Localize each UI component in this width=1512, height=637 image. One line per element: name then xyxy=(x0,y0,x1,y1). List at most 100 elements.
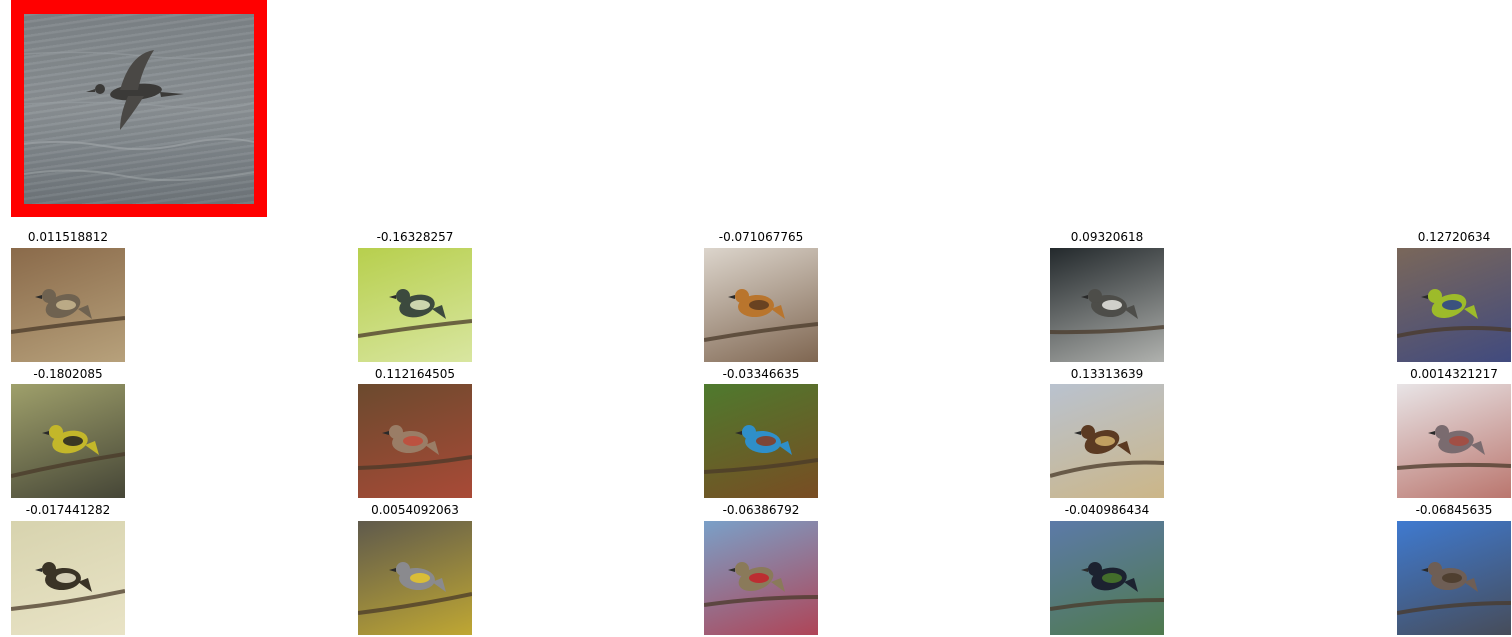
perch-shape xyxy=(358,319,472,338)
bird-icon xyxy=(704,425,818,474)
result-thumbnail xyxy=(1397,248,1511,362)
bird-beak xyxy=(42,431,49,435)
bird-head xyxy=(1435,425,1449,439)
bird-head xyxy=(49,425,63,439)
perch-shape xyxy=(1050,460,1164,478)
bird-icon xyxy=(11,562,125,611)
result-thumbnail xyxy=(704,248,818,362)
result-thumbnail xyxy=(11,248,125,362)
bird-icon xyxy=(11,425,125,478)
result-thumbnail xyxy=(1397,384,1511,498)
perch-shape xyxy=(1397,326,1511,338)
bird-beak xyxy=(1421,295,1428,299)
similarity-score: -0.071067765 xyxy=(718,230,804,244)
bird-tail xyxy=(78,305,92,319)
bird-tail xyxy=(1117,441,1131,455)
bird-head xyxy=(1428,289,1442,303)
bird-beak xyxy=(35,295,42,299)
bird-head xyxy=(396,562,410,576)
perch-shape xyxy=(1397,601,1511,615)
bird-icon xyxy=(11,289,125,334)
bird-tail xyxy=(1124,578,1138,592)
bird-icon xyxy=(704,289,818,342)
perch-shape xyxy=(1397,462,1511,470)
bird-tail xyxy=(85,441,99,455)
bird-wing xyxy=(403,436,423,446)
perch-shape xyxy=(358,455,472,470)
bird-icon xyxy=(704,562,818,607)
bird-beak xyxy=(1081,295,1088,299)
bird-icon xyxy=(1397,562,1511,615)
query-image xyxy=(24,14,254,204)
bird-head xyxy=(735,289,749,303)
bird-beak xyxy=(735,431,742,435)
bird-beak xyxy=(1421,568,1428,572)
bird-beak xyxy=(389,295,396,299)
bird-beak xyxy=(1081,568,1088,572)
query-image-frame xyxy=(11,0,267,217)
result-thumbnail xyxy=(11,521,125,635)
perch-shape xyxy=(11,589,125,611)
bird-wing xyxy=(749,300,769,310)
bird-wing xyxy=(1102,573,1122,583)
similarity-score: 0.13313639 xyxy=(1070,367,1144,381)
similarity-score: -0.017441282 xyxy=(25,503,111,517)
similarity-score: 0.011518812 xyxy=(27,230,109,244)
bird-icon xyxy=(1050,425,1164,478)
result-thumbnail xyxy=(11,384,125,498)
result-thumbnail xyxy=(1397,521,1511,635)
bird-wing xyxy=(1442,300,1462,310)
result-thumbnail xyxy=(1050,248,1164,362)
bird-beak xyxy=(1074,431,1081,435)
bird-head xyxy=(735,562,749,576)
bird-wing xyxy=(1095,436,1115,446)
similarity-score: -0.040986434 xyxy=(1064,503,1150,517)
bird-head xyxy=(1088,289,1102,303)
similarity-score: 0.12720634 xyxy=(1417,230,1491,244)
bird-head xyxy=(1428,562,1442,576)
bird-icon xyxy=(358,562,472,615)
perch-shape xyxy=(11,316,125,334)
result-thumbnail xyxy=(704,521,818,635)
bird-wing xyxy=(63,436,83,446)
result-thumbnail xyxy=(1050,384,1164,498)
result-thumbnail xyxy=(358,384,472,498)
perch-shape xyxy=(1050,598,1164,611)
bird-wing xyxy=(410,573,430,583)
bird-icon xyxy=(1397,425,1511,470)
similarity-score: 0.0014321217 xyxy=(1410,367,1498,381)
similarity-score: 0.0054092063 xyxy=(371,503,459,517)
bird-wing xyxy=(56,573,76,583)
similarity-score: -0.06386792 xyxy=(722,503,800,517)
bird-icon xyxy=(358,289,472,338)
bird-head xyxy=(742,425,756,439)
perch-shape xyxy=(11,452,125,478)
bird-beak xyxy=(728,568,735,572)
bird-tail xyxy=(1471,441,1485,455)
bird-head xyxy=(1088,562,1102,576)
bird-beak xyxy=(1428,431,1435,435)
similarity-score: -0.1802085 xyxy=(33,367,103,381)
bird-beak xyxy=(728,295,735,299)
bird-tail xyxy=(771,578,785,592)
perch-shape xyxy=(1050,325,1164,335)
bird-wing xyxy=(1102,300,1122,310)
perch-shape xyxy=(704,458,818,474)
perch-shape xyxy=(358,592,472,615)
result-thumbnail xyxy=(358,248,472,362)
albatross-illustration xyxy=(24,50,254,182)
bird-icon xyxy=(1050,289,1164,335)
bird-wing xyxy=(410,300,430,310)
bird-head xyxy=(42,289,56,303)
bird-tail xyxy=(1464,305,1478,319)
similarity-score: 0.09320618 xyxy=(1070,230,1144,244)
bird-head xyxy=(389,425,403,439)
bird-icon xyxy=(358,425,472,470)
similarity-score: -0.06845635 xyxy=(1415,503,1493,517)
perch-shape xyxy=(704,595,818,607)
bird-icon xyxy=(1050,562,1164,611)
bird-wing xyxy=(756,436,776,446)
perch-shape xyxy=(704,322,818,342)
result-thumbnail xyxy=(1050,521,1164,635)
bird-head xyxy=(1081,425,1095,439)
